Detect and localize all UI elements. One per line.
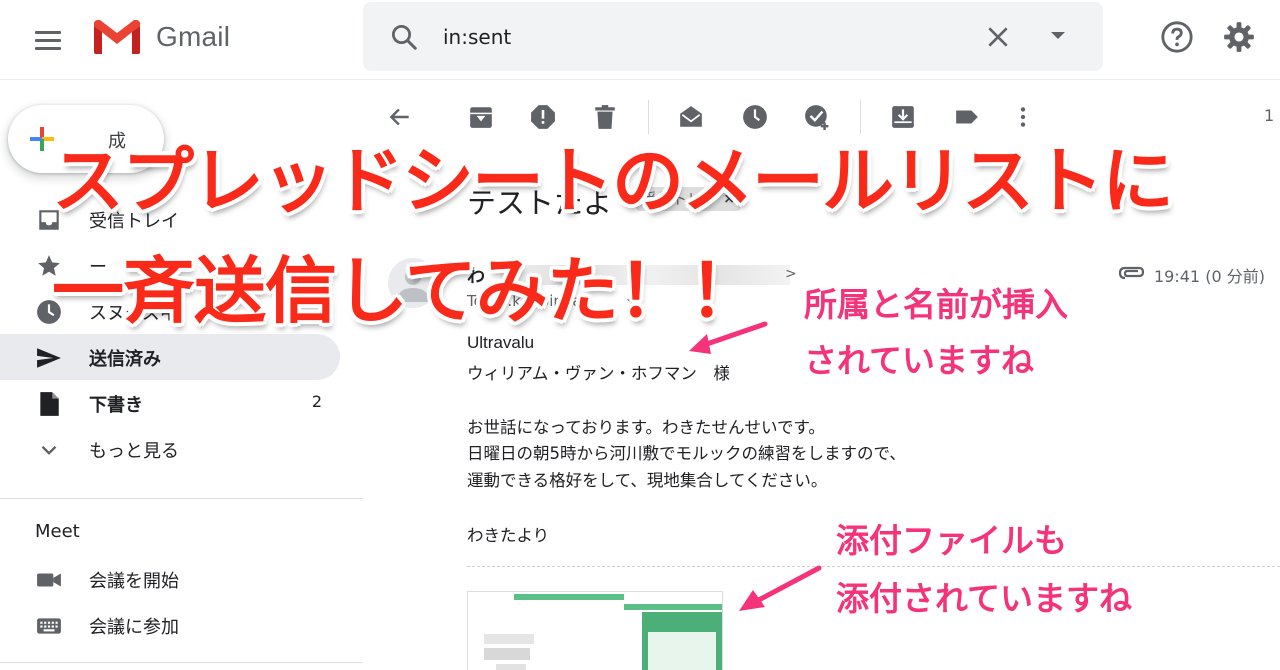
overlay-note-2-line-1: 添付ファイルも bbox=[836, 521, 1067, 560]
draft-icon bbox=[40, 392, 59, 416]
search-bar[interactable] bbox=[363, 2, 1103, 71]
meet-section-title: Meet bbox=[35, 521, 80, 542]
search-input[interactable] bbox=[443, 22, 1003, 52]
videocam-icon bbox=[37, 573, 61, 587]
gmail-m-icon bbox=[94, 20, 140, 54]
overlay-headline-line-1: スプレッドシートのメールリストに bbox=[52, 139, 1174, 223]
draft-count: 2 bbox=[311, 392, 322, 411]
search-icon[interactable] bbox=[389, 22, 419, 52]
page-count: 1 bbox=[1264, 106, 1275, 125]
search-options-dropdown-icon[interactable] bbox=[1051, 32, 1065, 39]
body-line-3: 運動できる格好をして、現地集合してください。 bbox=[467, 471, 828, 490]
chevron-down-icon bbox=[41, 445, 57, 455]
sidebar-item-label: 下書き bbox=[89, 395, 143, 416]
gmail-logo[interactable]: Gmail bbox=[90, 16, 230, 58]
main-menu-icon[interactable] bbox=[30, 22, 66, 58]
sidebar-item-more[interactable]: もっと見る bbox=[0, 426, 340, 472]
attachment-divider bbox=[467, 566, 1280, 567]
overlay-headline-line-2: 一斉送信してみた！！ bbox=[52, 249, 761, 333]
sidebar-divider bbox=[0, 498, 363, 499]
sidebar-divider bbox=[0, 662, 363, 663]
gear-icon[interactable] bbox=[1222, 20, 1256, 54]
annotation-arrow-icon bbox=[689, 321, 768, 354]
sidebar-item-label: 送信済み bbox=[89, 349, 161, 370]
help-icon[interactable] bbox=[1160, 20, 1194, 54]
app-header: Gmail bbox=[0, 0, 1280, 80]
attachment-icon bbox=[1118, 266, 1145, 280]
body-line-1: お世話になっております。わきたせんせいです。 bbox=[467, 418, 825, 437]
sidebar-item-label: 会議を開始 bbox=[89, 571, 179, 592]
sidebar-item-label: 会議に参加 bbox=[89, 617, 179, 638]
annotation-arrow-icon bbox=[739, 565, 822, 611]
close-icon[interactable] bbox=[985, 24, 1011, 50]
overlay-note-1-line-1: 所属と名前が挿入 bbox=[804, 285, 1068, 324]
sidebar-item-start-meeting[interactable]: 会議を開始 bbox=[0, 556, 340, 602]
sidebar-item-sent[interactable]: 送信済み bbox=[0, 334, 340, 380]
compose-plus-icon bbox=[30, 127, 54, 151]
app-name: Gmail bbox=[156, 21, 231, 52]
sidebar-item-label: もっと見る bbox=[89, 441, 179, 462]
body-signature: わきたより bbox=[467, 526, 550, 545]
email-time: 19:41 (0 分前) bbox=[1154, 267, 1265, 286]
sidebar-item-drafts[interactable]: 下書き 2 bbox=[0, 380, 340, 426]
attachment-thumbnail[interactable] bbox=[467, 591, 723, 670]
body-line-2: 日曜日の朝5時から河川敷でモルックの練習をしますので、 bbox=[467, 444, 906, 463]
overlay-note-1-line-2: されていますね bbox=[804, 341, 1035, 380]
overlay-note-2-line-2: 添付されていますね bbox=[836, 579, 1133, 618]
body-recipient: ウィリアム・ヴァン・ホフマン 様 bbox=[467, 364, 730, 383]
attachment-preview-image bbox=[484, 594, 722, 670]
sender-email-close: > bbox=[785, 266, 797, 282]
keyboard-icon bbox=[37, 618, 61, 634]
sidebar-item-join-meeting[interactable]: 会議に参加 bbox=[0, 602, 340, 648]
send-icon bbox=[37, 348, 61, 368]
